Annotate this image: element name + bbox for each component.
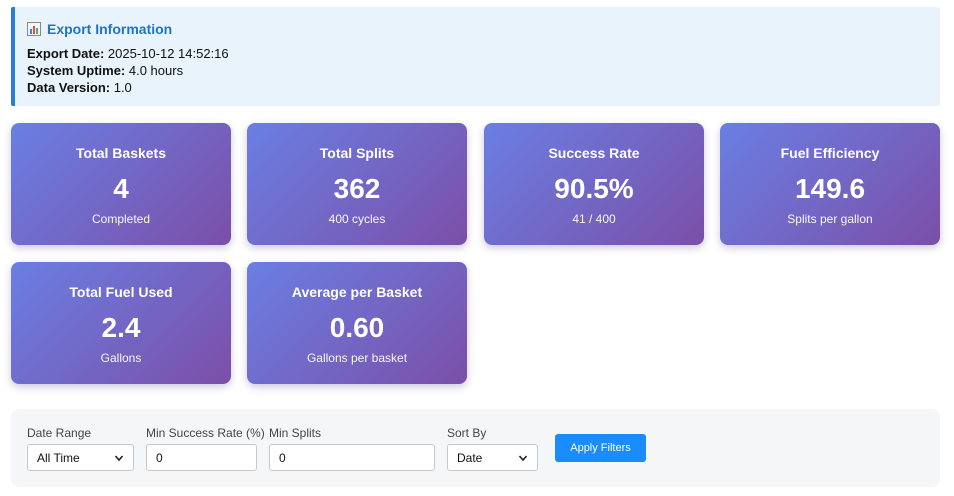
stat-card-title: Total Splits — [319, 145, 395, 161]
stat-card-average-per-basket: Average per Basket 0.60 Gallons per bask… — [247, 262, 467, 384]
stat-card-total-baskets: Total Baskets 4 Completed — [11, 123, 231, 245]
stat-card-subtitle: 400 cycles — [328, 212, 386, 226]
apply-filters-button[interactable]: Apply Filters — [555, 434, 646, 462]
system-uptime-label: System Uptime: — [27, 63, 126, 78]
sort-by-select[interactable]: Date — [447, 444, 538, 471]
stat-card-subtitle: Splits per gallon — [787, 212, 873, 226]
data-version-line: Data Version: 1.0 — [27, 79, 928, 96]
chevron-down-icon — [518, 454, 528, 461]
export-info-title: Export Information — [47, 21, 173, 37]
chevron-down-icon — [114, 454, 124, 461]
stat-card-subtitle: Gallons per basket — [306, 351, 408, 365]
system-uptime-line: System Uptime: 4.0 hours — [27, 62, 928, 79]
stat-card-total-fuel-used: Total Fuel Used 2.4 Gallons — [11, 262, 231, 384]
min-success-rate-input[interactable]: 0 — [146, 444, 257, 471]
export-info-header: Export Information — [27, 19, 928, 39]
bar-chart-icon — [27, 22, 41, 36]
date-range-selected: All Time — [37, 450, 80, 465]
stat-card-value: 4 — [113, 173, 129, 204]
export-date-label: Export Date: — [27, 46, 105, 61]
sort-by-selected: Date — [457, 450, 483, 465]
min-splits-input[interactable]: 0 — [269, 444, 435, 471]
system-uptime-value: 4.0 hours — [128, 63, 184, 78]
data-version-value: 1.0 — [113, 80, 132, 95]
min-splits-value: 0 — [279, 450, 286, 465]
export-date-line: Export Date: 2025-10-12 14:52:16 — [27, 45, 928, 62]
min-success-rate-label: Min Success Rate (%) — [146, 426, 265, 440]
export-date-value: 2025-10-12 14:52:16 — [107, 46, 229, 61]
stat-card-success-rate: Success Rate 90.5% 41 / 400 — [484, 123, 704, 245]
stat-card-total-splits: Total Splits 362 400 cycles — [247, 123, 467, 245]
stat-card-title: Total Baskets — [76, 145, 166, 161]
stat-card-value: 90.5% — [554, 173, 634, 204]
date-range-label: Date Range — [27, 426, 92, 440]
export-info-panel: Export Information Export Date: 2025-10-… — [11, 7, 940, 106]
stat-card-subtitle: Completed — [91, 212, 151, 226]
stat-card-title: Total Fuel Used — [69, 284, 173, 300]
stat-card-fuel-efficiency: Fuel Efficiency 149.6 Splits per gallon — [720, 123, 940, 245]
min-splits-label: Min Splits — [269, 426, 322, 440]
sort-by-label: Sort By — [447, 426, 487, 440]
stat-card-title: Fuel Efficiency — [780, 145, 880, 161]
filters-bar: Date Range All Time Min Success Rate (%)… — [11, 409, 940, 487]
data-version-label: Data Version: — [27, 80, 111, 95]
stat-card-title: Average per Basket — [291, 284, 423, 300]
date-range-select[interactable]: All Time — [27, 444, 134, 471]
stat-card-title: Success Rate — [548, 145, 640, 161]
stat-card-subtitle: 41 / 400 — [572, 212, 616, 226]
stat-card-value: 2.4 — [101, 312, 141, 343]
stat-card-value: 149.6 — [794, 173, 866, 204]
stat-card-subtitle: Gallons — [100, 351, 142, 365]
min-success-rate-value: 0 — [156, 450, 163, 465]
stat-card-value: 362 — [333, 173, 381, 204]
stat-card-value: 0.60 — [329, 312, 385, 343]
